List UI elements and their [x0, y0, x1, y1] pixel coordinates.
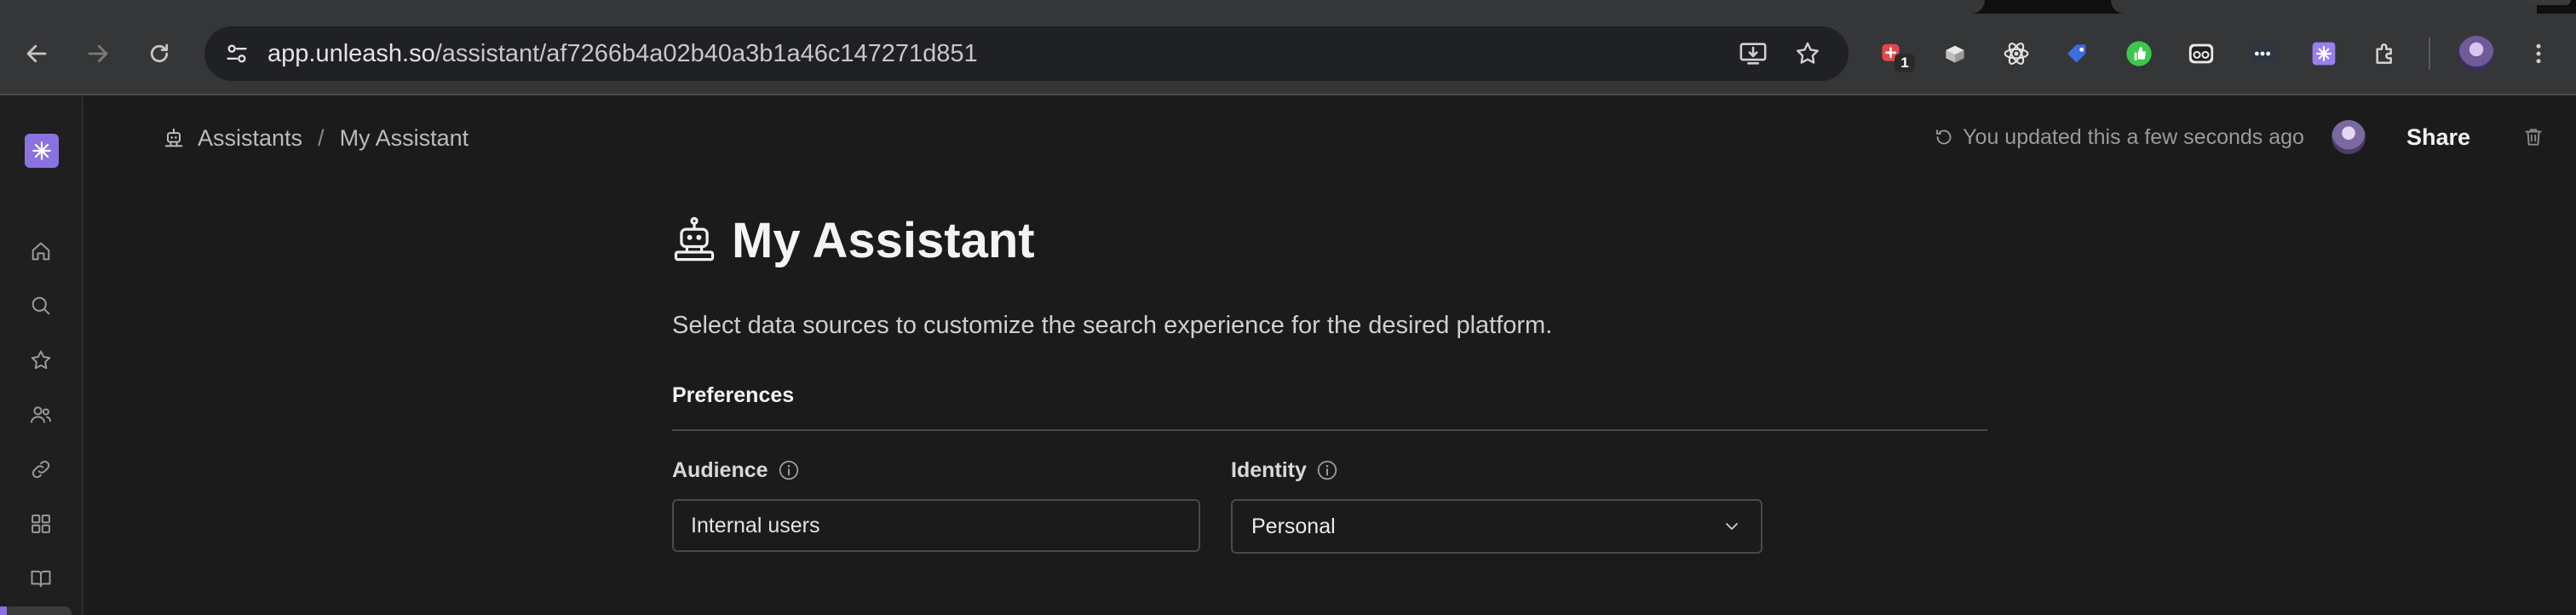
breadcrumb: Assistants / My Assistant — [162, 119, 469, 157]
address-bar[interactable]: app.unleash.so/assistant/af7266b4a02b40a… — [204, 26, 1849, 81]
robot-icon — [164, 128, 183, 147]
profile-avatar[interactable] — [2458, 36, 2494, 72]
kebab-menu-icon — [2536, 43, 2541, 64]
audience-label: Audience — [672, 453, 801, 487]
search-icon[interactable] — [23, 288, 59, 324]
preferences-heading: Preferences — [672, 383, 795, 407]
puzzle-icon[interactable] — [2366, 35, 2404, 72]
blue-tag-icon[interactable] — [2059, 35, 2096, 72]
glasses-icon[interactable] — [2182, 35, 2220, 72]
header-actions: You updated this a few seconds ago Share — [1934, 116, 2550, 158]
identity-select[interactable]: Personal — [1231, 499, 1762, 554]
back-arrow-icon — [26, 44, 47, 63]
reload-icon — [150, 43, 169, 63]
favorites-star-icon[interactable] — [23, 342, 59, 378]
book-icon[interactable] — [23, 560, 59, 596]
identity-select-value: Personal — [1251, 514, 1336, 538]
link-icon[interactable] — [23, 451, 59, 487]
browser-toolbar: app.unleash.so/assistant/af7266b4a02b40a… — [0, 14, 2576, 95]
tab-search-button[interactable] — [2528, 0, 2571, 5]
identity-label-text: Identity — [1231, 457, 1307, 482]
react-atom-icon[interactable] — [1998, 35, 2035, 72]
back-button[interactable] — [14, 31, 60, 77]
section-divider — [672, 429, 1987, 431]
forward-button[interactable] — [75, 31, 121, 77]
history-icon — [1936, 129, 1952, 145]
page-description: Select data sources to customize the sea… — [672, 312, 1553, 339]
info-icon[interactable] — [1315, 458, 1339, 482]
home-icon[interactable] — [23, 233, 59, 269]
forward-arrow-icon — [88, 44, 108, 63]
site-info-button[interactable] — [216, 33, 257, 74]
page-title: My Assistant — [672, 206, 1035, 274]
green-thumb-icon[interactable] — [2120, 35, 2158, 72]
breadcrumb-separator: / — [318, 124, 325, 151]
tune-icon — [227, 44, 247, 63]
reload-button[interactable] — [136, 31, 182, 77]
browser-menu-button[interactable] — [2520, 35, 2557, 72]
chevron-down-icon — [1726, 523, 1738, 530]
apps-grid-icon[interactable] — [23, 506, 59, 542]
toolbar-divider — [2429, 37, 2430, 70]
active-tab[interactable] — [0, 0, 1985, 14]
trash-icon — [2525, 129, 2542, 146]
last-updated: You updated this a few seconds ago — [1934, 125, 2304, 150]
people-icon[interactable] — [23, 397, 59, 433]
url-text[interactable]: app.unleash.so/assistant/af7266b4a02b40a… — [267, 26, 978, 81]
background-tab[interactable] — [2111, 0, 2537, 14]
browser-tabstrip — [0, 0, 2576, 14]
share-button[interactable]: Share — [2400, 119, 2477, 156]
app-sidebar — [0, 95, 83, 615]
delete-button[interactable] — [2516, 120, 2550, 154]
unleash-logo-icon — [32, 141, 51, 160]
install-icon — [1739, 43, 1767, 65]
unleash-extension-icon[interactable] — [2305, 35, 2343, 72]
breadcrumb-assistants-link[interactable]: Assistants — [198, 125, 302, 152]
audience-label-text: Audience — [672, 457, 768, 482]
assistant-title[interactable]: My Assistant — [732, 212, 1035, 269]
box-extension-icon[interactable] — [1936, 35, 1974, 72]
dots-extension-icon[interactable] — [2244, 35, 2281, 72]
unleash-logo[interactable] — [25, 134, 59, 168]
sidebar-bottom-item[interactable] — [0, 606, 72, 615]
breadcrumb-current: My Assistant — [339, 124, 469, 151]
main-content: Assistants / My Assistant You updated th… — [83, 95, 2576, 615]
extension-badge: 1 — [1895, 54, 1915, 72]
identity-label: Identity — [1231, 453, 1339, 487]
info-icon[interactable] — [777, 458, 801, 482]
user-avatar[interactable] — [2331, 120, 2366, 154]
red-plus-extension-icon[interactable]: 1 — [1874, 35, 1915, 72]
url-path: /assistant/af7266b4a02b40a3b1a46c147271d… — [434, 40, 978, 67]
bookmark-button[interactable] — [1789, 35, 1826, 72]
star-icon — [1797, 42, 1819, 64]
install-app-button[interactable] — [1734, 35, 1772, 72]
robot-icon — [674, 216, 715, 262]
audience-input[interactable] — [672, 499, 1200, 552]
last-updated-text: You updated this a few seconds ago — [1963, 124, 2304, 149]
url-host: app.unleash.so — [267, 40, 435, 67]
